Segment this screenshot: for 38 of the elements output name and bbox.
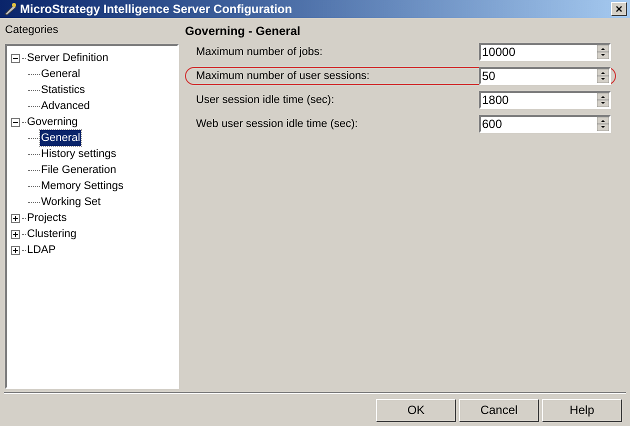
tree-item[interactable]: History settings [40,146,118,162]
tree-item[interactable]: File Generation [40,162,118,178]
tree-item[interactable]: Server Definition [26,50,110,66]
field-label: Maximum number of jobs: [196,44,324,60]
collapse-icon[interactable] [11,54,20,62]
dialog-button[interactable]: OK [376,398,456,422]
dialog-button[interactable]: Cancel [459,398,539,422]
field-label: User session idle time (sec): [196,92,336,108]
wrench-icon [3,2,17,16]
spinner-arrows-icon[interactable] [597,117,609,131]
spin-field[interactable]: 10000 [479,43,611,61]
spinner-arrows-icon[interactable] [597,45,609,59]
dialog-button[interactable]: Help [542,398,622,422]
expand-icon[interactable] [11,214,20,222]
collapse-icon[interactable] [11,118,20,126]
field-label: Maximum number of user sessions: [196,68,371,84]
tree-item[interactable]: General [40,66,82,82]
tree-item[interactable]: Advanced [40,98,91,114]
tree-item[interactable]: Working Set [40,194,102,210]
expand-icon[interactable] [11,230,20,238]
close-button[interactable]: × [611,2,627,16]
spinner-arrows-icon[interactable] [597,93,609,107]
spin-field[interactable]: 600 [479,115,611,133]
window-title: MicroStrategy Intelligence Server Configuration [20,1,294,18]
expand-icon[interactable] [11,246,20,254]
tree-item[interactable]: Clustering [26,226,78,242]
spin-field[interactable]: 1800 [479,91,611,109]
tree-item[interactable]: General [40,130,82,146]
tree-item[interactable]: Projects [26,210,68,226]
tree-item[interactable]: LDAP [26,242,57,258]
spinner-arrows-icon[interactable] [597,69,609,83]
tree-item[interactable]: Statistics [40,82,86,98]
field-label: Web user session idle time (sec): [196,116,359,132]
tree-item[interactable]: Governing [26,114,79,130]
spin-field[interactable]: 50 [479,67,611,85]
sidebar-title: Categories [5,23,60,38]
panel-title: Governing - General [185,23,302,38]
tree-item[interactable]: Memory Settings [40,178,125,194]
